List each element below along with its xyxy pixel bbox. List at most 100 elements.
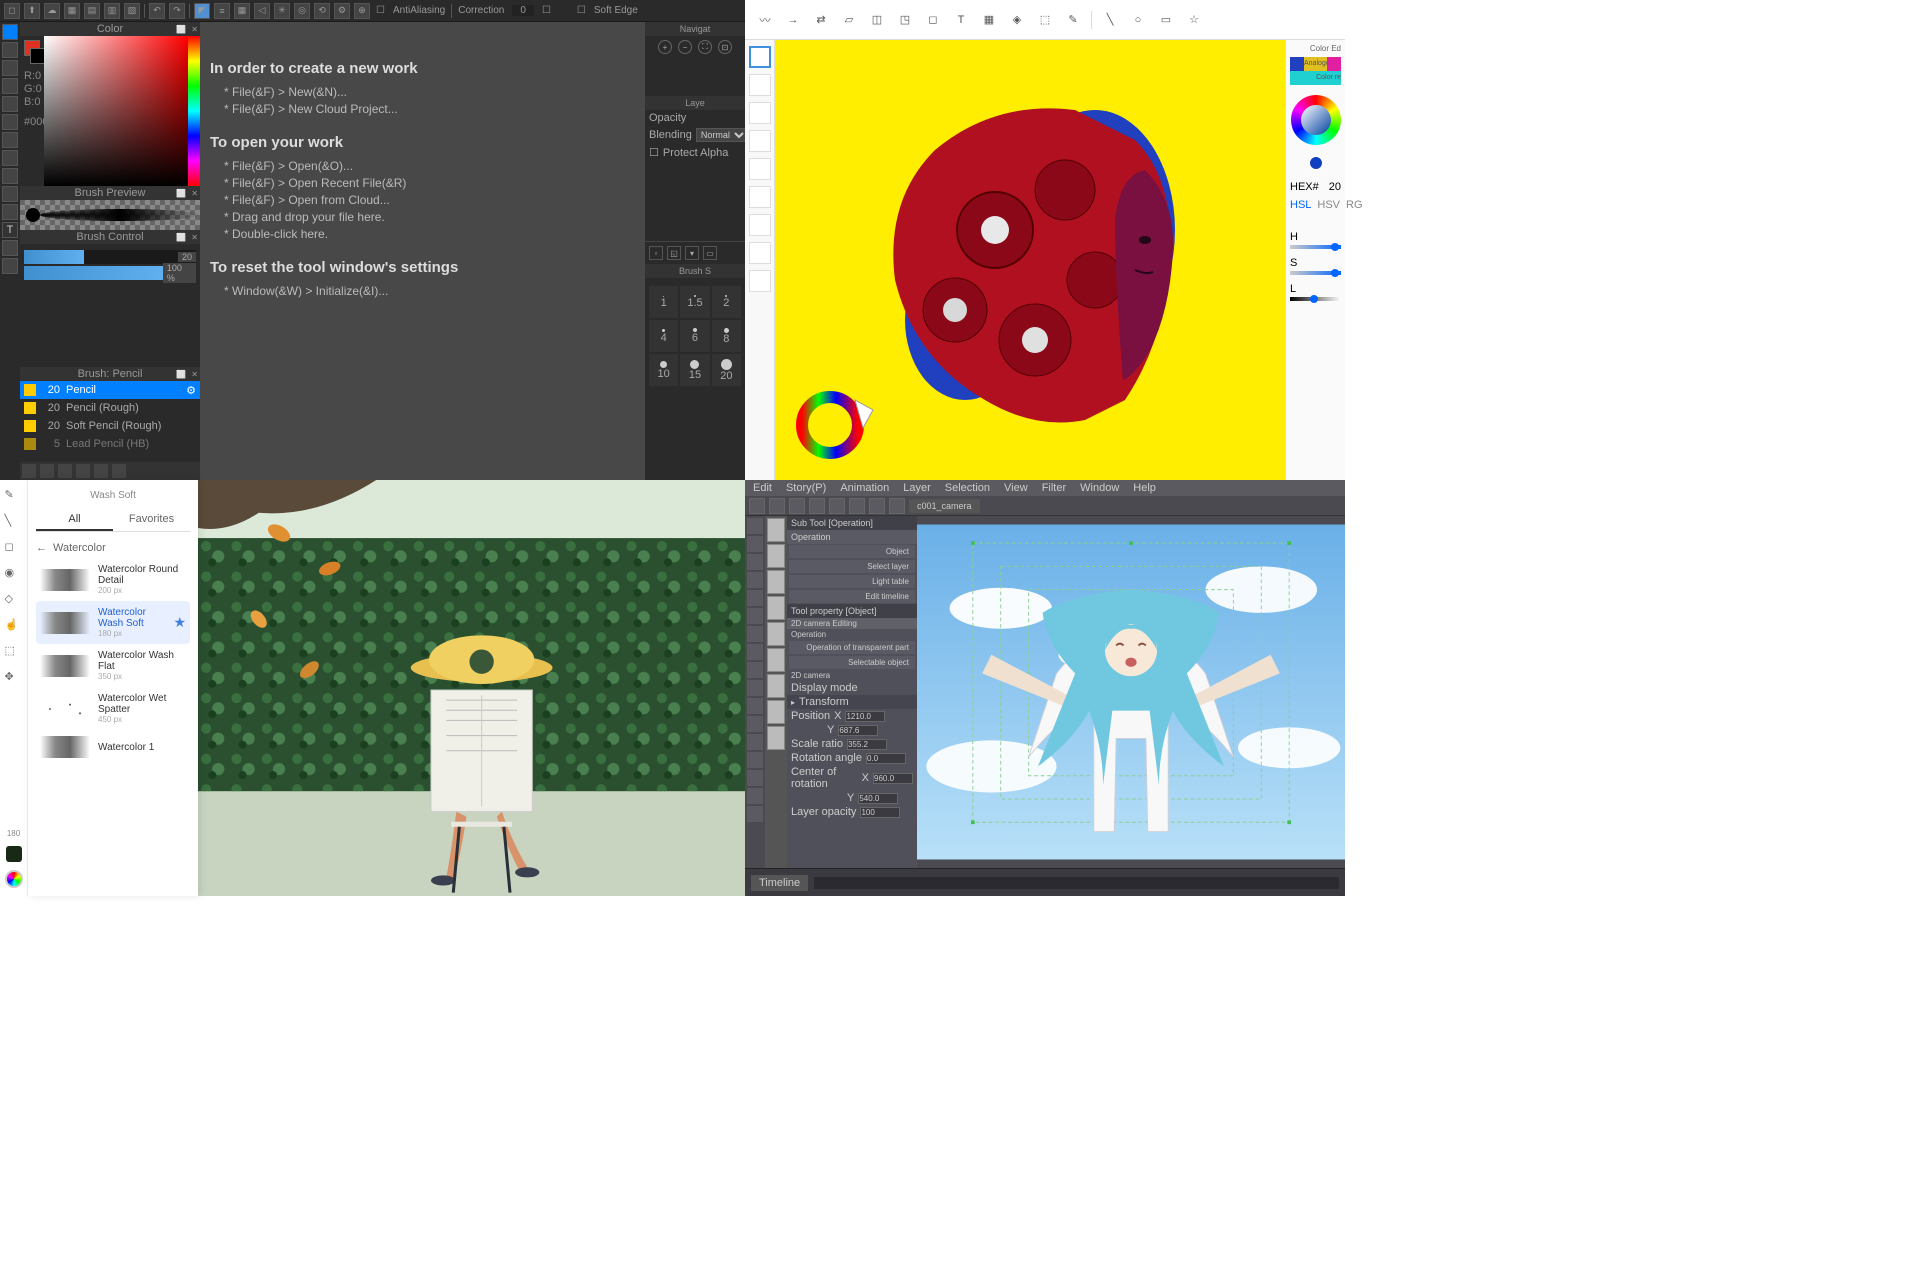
star-icon[interactable]: ★: [173, 614, 186, 631]
wand-tool[interactable]: [2, 186, 18, 202]
redo-icon[interactable]: ↷: [169, 3, 185, 19]
add-brush-icon[interactable]: [22, 464, 36, 478]
opacity-slider[interactable]: 100 %: [24, 266, 196, 280]
grid-icon[interactable]: ▦: [64, 3, 80, 19]
brush-entry[interactable]: Watercolor Round Detail200 px: [36, 558, 190, 601]
brush-item[interactable]: 20Pencil⚙: [20, 381, 200, 399]
fill-icon[interactable]: ◉: [5, 566, 23, 584]
tool[interactable]: [747, 518, 763, 534]
ticon[interactable]: [809, 498, 825, 514]
zoom-100-icon[interactable]: ⊡: [718, 40, 732, 54]
ticon[interactable]: [769, 498, 785, 514]
back-button[interactable]: ←Watercolor: [36, 542, 190, 554]
brush-tool[interactable]: [2, 24, 18, 40]
text-icon[interactable]: T: [951, 10, 971, 30]
opacity-input[interactable]: [860, 807, 900, 818]
vtool[interactable]: [749, 46, 771, 68]
correction-value[interactable]: 0: [512, 5, 534, 16]
swatch[interactable]: [1327, 57, 1341, 71]
rot-input[interactable]: [866, 753, 906, 764]
thumb[interactable]: [767, 544, 785, 568]
circle-icon[interactable]: ○: [1128, 10, 1148, 30]
gear-icon[interactable]: ⚙: [186, 384, 196, 397]
brush-item[interactable]: 20Soft Pencil (Rough): [20, 417, 200, 435]
fav-tab[interactable]: Favorites: [113, 509, 190, 531]
brushsize-cell[interactable]: 15: [680, 354, 709, 386]
brush-entry[interactable]: Watercolor Wash Soft180 px★: [36, 601, 190, 644]
snap1-icon[interactable]: ◤: [194, 3, 210, 19]
lasso-tool[interactable]: [2, 168, 18, 184]
dup-brush-icon[interactable]: [40, 464, 54, 478]
hue-slider[interactable]: [188, 36, 200, 186]
canvas[interactable]: [775, 40, 1285, 480]
brushsize-cell[interactable]: 1.5: [680, 286, 709, 318]
menu-item[interactable]: Layer: [903, 482, 931, 494]
hand-tool[interactable]: [2, 240, 18, 256]
select-tool[interactable]: [2, 150, 18, 166]
undo-icon[interactable]: ↶: [149, 3, 165, 19]
merge-icon[interactable]: ▾: [685, 246, 699, 260]
move-tool[interactable]: [2, 132, 18, 148]
swap-icon[interactable]: ⇄: [811, 10, 831, 30]
scale-input[interactable]: [847, 739, 887, 750]
tool[interactable]: [747, 536, 763, 552]
vtool[interactable]: [749, 242, 771, 264]
tool[interactable]: [747, 554, 763, 570]
fill-tool[interactable]: [2, 114, 18, 130]
brushsize-cell[interactable]: 6: [680, 320, 709, 352]
brush-item[interactable]: 20Pencil (Rough): [20, 399, 200, 417]
document-tab[interactable]: c001_camera: [909, 499, 980, 513]
h-slider[interactable]: H: [1290, 231, 1341, 249]
menu-item[interactable]: Filter: [1042, 482, 1066, 494]
folder-icon[interactable]: [76, 464, 90, 478]
subtool-item[interactable]: Select layer: [789, 560, 915, 573]
selected-color[interactable]: [1308, 155, 1324, 171]
snap3-icon[interactable]: ▦: [234, 3, 250, 19]
tool[interactable]: [747, 572, 763, 588]
tool[interactable]: [747, 608, 763, 624]
tool[interactable]: [747, 626, 763, 642]
thumb[interactable]: [767, 648, 785, 672]
vtool[interactable]: [749, 74, 771, 96]
vtool[interactable]: [749, 102, 771, 124]
pin-icon[interactable]: ⬜: [176, 25, 186, 34]
snap7-icon[interactable]: ⟲: [314, 3, 330, 19]
thumb[interactable]: [767, 570, 785, 594]
cloud-icon[interactable]: ☁: [44, 3, 60, 19]
thumb[interactable]: [767, 674, 785, 698]
crop-icon[interactable]: ▱: [839, 10, 859, 30]
thumb[interactable]: [767, 596, 785, 620]
select-icon[interactable]: ⬚: [5, 644, 23, 662]
shape-icon[interactable]: ◻: [5, 540, 23, 558]
eyedrop-tool[interactable]: [2, 258, 18, 274]
star-icon[interactable]: ☆: [1184, 10, 1204, 30]
menu-item[interactable]: Selection: [945, 482, 990, 494]
slice-icon[interactable]: ◳: [895, 10, 915, 30]
trash-icon[interactable]: [112, 464, 126, 478]
vtool[interactable]: [749, 214, 771, 236]
ticon[interactable]: [869, 498, 885, 514]
gradient-tool[interactable]: [2, 96, 18, 112]
vtool[interactable]: [749, 130, 771, 152]
rect-icon[interactable]: ▭: [1156, 10, 1176, 30]
tool[interactable]: [747, 752, 763, 768]
tool[interactable]: [747, 788, 763, 804]
ticon[interactable]: [849, 498, 865, 514]
y-input[interactable]: [838, 725, 878, 736]
crop2-icon[interactable]: ◫: [867, 10, 887, 30]
cloud-brush-icon[interactable]: [58, 464, 72, 478]
folder-icon[interactable]: ▭: [703, 246, 717, 260]
thumb[interactable]: [767, 622, 785, 646]
new-icon[interactable]: ◻: [4, 3, 20, 19]
canvas-empty-state[interactable]: In order to create a new work * File(&F)…: [200, 22, 645, 480]
hsl-tab[interactable]: HSL: [1290, 199, 1311, 211]
save-icon[interactable]: ⬆: [24, 3, 40, 19]
thumb[interactable]: [767, 518, 785, 542]
dup-layer-icon[interactable]: ◱: [667, 246, 681, 260]
warp-icon[interactable]: ⬚: [1035, 10, 1055, 30]
brushsize-cell[interactable]: 8: [712, 320, 741, 352]
snap2-icon[interactable]: ≡: [214, 3, 230, 19]
timeline-track[interactable]: [814, 877, 1339, 889]
color-tool-widget[interactable]: [785, 380, 875, 470]
menu-item[interactable]: Edit: [753, 482, 772, 494]
